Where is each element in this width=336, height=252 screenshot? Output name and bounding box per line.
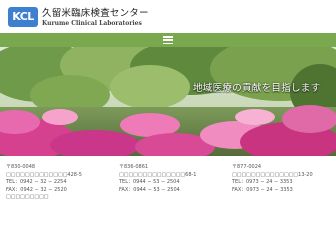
office-tel[interactable]: TEL：0973 − 24 − 3353 <box>232 179 330 187</box>
hero-banner: 地域医療の貢献を目指します <box>0 47 336 156</box>
hero-image <box>0 47 336 156</box>
office-postal: 〒877-0024 <box>232 164 262 170</box>
office-card: 〒877-0024 □□□□□□□□□□□□□□13-20 TEL：0973 −… <box>226 156 336 252</box>
hamburger-icon[interactable] <box>163 36 173 44</box>
office-fax: FAX：0973 − 24 − 3353 <box>232 186 293 193</box>
office-card: 〒836-0861 □□□□□□□□□□□□□□68-1 TEL：0944 − … <box>113 156 223 252</box>
office-address: □□□□□□□□□□□□□□68-1 <box>119 171 197 178</box>
office-address: □□□□□□□□□□□□□□13-20 <box>232 171 313 178</box>
office-postal: 〒830-0048 <box>6 164 36 170</box>
office-tel[interactable]: TEL：0944 − 53 − 2504 <box>119 179 217 187</box>
office-postal: 〒836-0861 <box>119 164 149 170</box>
hero-tagline: 地域医療の貢献を目指します <box>193 83 321 94</box>
company-name-en: Kurume Clinical Laboratories <box>42 20 142 27</box>
site-header: KCL 久留米臨床検査センター Kurume Clinical Laborato… <box>0 0 336 33</box>
nav-bar <box>0 33 336 47</box>
office-list: 〒830-0048 □□□□□□□□□□□□□428-5 TEL：0942 − … <box>0 156 336 252</box>
office-tel[interactable]: TEL：0942 − 32 − 2254 <box>6 179 104 187</box>
office-fax: FAX：0942 − 32 − 2520 <box>6 186 67 193</box>
office-fax: FAX：0944 − 53 − 2504 <box>119 186 180 193</box>
office-card: 〒830-0048 □□□□□□□□□□□□□428-5 TEL：0942 − … <box>0 156 110 252</box>
logo-mark[interactable]: KCL <box>8 7 38 27</box>
company-name-jp[interactable]: 久留米臨床検査センター <box>42 8 149 19</box>
office-address: □□□□□□□□□□□□□428-5 <box>6 171 82 178</box>
office-extra: □□□□□□□□□ <box>6 194 49 200</box>
